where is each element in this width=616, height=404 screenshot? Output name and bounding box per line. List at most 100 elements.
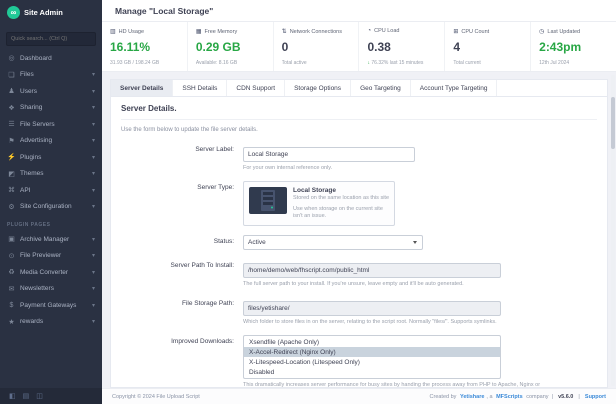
sidebar-item-label: File Servers: [20, 121, 88, 128]
option-disabled[interactable]: Disabled: [244, 367, 500, 377]
sidebar-item-archive-manager[interactable]: ▣ Archive Manager: [0, 231, 102, 248]
chevron-down-icon: [92, 104, 95, 111]
stat-sub: 12th Jul 2024: [539, 60, 608, 66]
folder-icon: ❏: [7, 71, 16, 79]
sidebar-item-label: Plugins: [20, 154, 88, 161]
sidebar-item-themes[interactable]: ◩ Themes: [0, 166, 102, 183]
yetishare-link[interactable]: Yetishare: [460, 394, 484, 400]
stat-label: Last Updated: [547, 29, 580, 35]
status-label: Status:: [121, 235, 243, 250]
chevron-down-icon: [92, 252, 95, 259]
stat-value: 2:43pm: [539, 41, 608, 54]
server-type-row: Server Type: Local Storage Stored on the…: [121, 181, 597, 226]
brand: ∞ Site Admin: [0, 0, 102, 24]
content-area: Server Details SSH Details CDN Support S…: [102, 72, 616, 388]
sidebar-item-payment-gateways[interactable]: $ Payment Gateways: [0, 297, 102, 314]
chevron-down-icon: [92, 71, 95, 78]
layout-columns-icon[interactable]: ◫: [36, 392, 43, 400]
server-path-row: Server Path To Install: The full server …: [121, 259, 597, 288]
layout-toggle-icon[interactable]: ◧: [9, 392, 16, 400]
chevron-down-icon: [92, 88, 95, 95]
sidebar-item-label: Themes: [20, 170, 88, 177]
sidebar-item-rewards[interactable]: ★ rewards: [0, 314, 102, 331]
scrollbar-track[interactable]: [611, 75, 615, 386]
brand-logo-icon: ∞: [7, 6, 20, 19]
mfscripts-link[interactable]: MFScripts: [496, 394, 523, 400]
chevron-down-icon: [413, 241, 417, 244]
option-xsendfile[interactable]: Xsendfile (Apache Only): [244, 337, 500, 347]
sidebar: ∞ Site Admin ◎ Dashboard ❏ Files ♟ Users…: [0, 0, 102, 404]
status-select[interactable]: Active: [243, 235, 423, 250]
sidebar-item-label: Newsletters: [20, 285, 88, 292]
sidebar-item-sharing[interactable]: ❖ Sharing: [0, 100, 102, 117]
sidebar-nav: ◎ Dashboard ❏ Files ♟ Users ❖ Sharing ☰ …: [0, 50, 102, 388]
sidebar-item-users[interactable]: ♟ Users: [0, 83, 102, 100]
chevron-down-icon: [92, 302, 95, 309]
sidebar-item-label: Advertising: [20, 137, 88, 144]
chevron-down-icon: [92, 236, 95, 243]
section-title: Server Details.: [121, 104, 597, 120]
stat-value: 0.38: [367, 41, 436, 54]
stat-value: 0.29 GB: [196, 41, 265, 54]
chevron-down-icon: [92, 187, 95, 194]
stat-label: CPU Count: [461, 29, 489, 35]
tab-geo-targeting[interactable]: Geo Targeting: [351, 80, 411, 96]
chevron-down-icon: [92, 285, 95, 292]
sidebar-item-label: Payment Gateways: [20, 302, 88, 309]
footer: Copyright © 2024 File Upload Script Crea…: [102, 388, 616, 404]
preview-icon: ⊙: [7, 252, 16, 260]
sidebar-item-label: Files: [20, 71, 88, 78]
users-icon: ♟: [7, 87, 16, 95]
plugin-icon: ⚡: [7, 153, 16, 161]
server-type-label: Server Type:: [121, 181, 243, 226]
server-image: [249, 187, 287, 220]
chevron-down-icon: [92, 154, 95, 161]
tab-ssh-details[interactable]: SSH Details: [173, 80, 227, 96]
stat-value: 4: [453, 41, 522, 54]
tab-storage-options[interactable]: Storage Options: [285, 80, 351, 96]
file-storage-path-input[interactable]: [243, 301, 501, 316]
stat-last-updated: ◷Last Updated 2:43pm 12th Jul 2024: [531, 22, 616, 71]
sidebar-item-newsletters[interactable]: ✉ Newsletters: [0, 281, 102, 298]
version-text: v5.6.0: [558, 394, 573, 400]
sidebar-item-dashboard[interactable]: ◎ Dashboard: [0, 50, 102, 67]
server-path-input[interactable]: [243, 263, 501, 278]
server-icon: ☰: [7, 120, 16, 128]
archive-icon: ▣: [7, 235, 16, 243]
theme-icon: ◩: [7, 170, 16, 178]
stat-sub: ↓ 76.32% last 15 minutes: [367, 60, 436, 66]
stat-value: 16.11%: [110, 41, 179, 54]
chevron-down-icon: [92, 269, 95, 276]
hd-usage-icon: ▥: [110, 28, 116, 35]
option-x-litespeed-location[interactable]: X-Litespeed-Location (Litespeed Only): [244, 357, 500, 367]
stat-sub: Available: 8.16 GB: [196, 60, 265, 66]
sidebar-item-file-servers[interactable]: ☰ File Servers: [0, 116, 102, 133]
server-type-option-local-storage[interactable]: Local Storage Stored on the same locatio…: [243, 181, 395, 226]
sidebar-item-file-previewer[interactable]: ⊙ File Previewer: [0, 248, 102, 265]
sidebar-item-media-converter[interactable]: ♻ Media Converter: [0, 264, 102, 281]
down-arrow-icon: ↓: [367, 60, 370, 66]
status-row: Status: Active: [121, 235, 597, 250]
sidebar-item-api[interactable]: ⌘ API: [0, 182, 102, 199]
cpu-count-icon: ⊞: [453, 28, 458, 35]
sidebar-item-label: Archive Manager: [20, 236, 88, 243]
sidebar-item-advertising[interactable]: ⚑ Advertising: [0, 133, 102, 150]
tab-cdn-support[interactable]: CDN Support: [227, 80, 285, 96]
tab-server-details[interactable]: Server Details: [111, 80, 173, 96]
layout-rows-icon[interactable]: ▤: [23, 392, 30, 400]
support-link[interactable]: Support: [585, 394, 606, 400]
tab-account-type-targeting[interactable]: Account Type Targeting: [411, 80, 498, 96]
sidebar-item-plugins[interactable]: ⚡ Plugins: [0, 149, 102, 166]
server-label-input[interactable]: [243, 147, 415, 162]
option-x-accel-redirect[interactable]: X-Accel-Redirect (Nginx Only): [244, 347, 500, 357]
stat-sub: 31.93 GB / 198.24 GB: [110, 60, 179, 66]
envelope-icon: ✉: [7, 285, 16, 293]
sidebar-item-site-configuration[interactable]: ⚙ Site Configuration: [0, 199, 102, 216]
improved-downloads-listbox[interactable]: Xsendfile (Apache Only) X-Accel-Redirect…: [243, 335, 501, 379]
sidebar-item-files[interactable]: ❏ Files: [0, 67, 102, 84]
search-input[interactable]: [6, 32, 96, 46]
scrollbar-thumb[interactable]: [611, 97, 615, 149]
sidebar-item-label: rewards: [20, 318, 88, 325]
stat-label: Network Connections: [290, 29, 342, 35]
server-type-title: Local Storage: [293, 187, 389, 194]
